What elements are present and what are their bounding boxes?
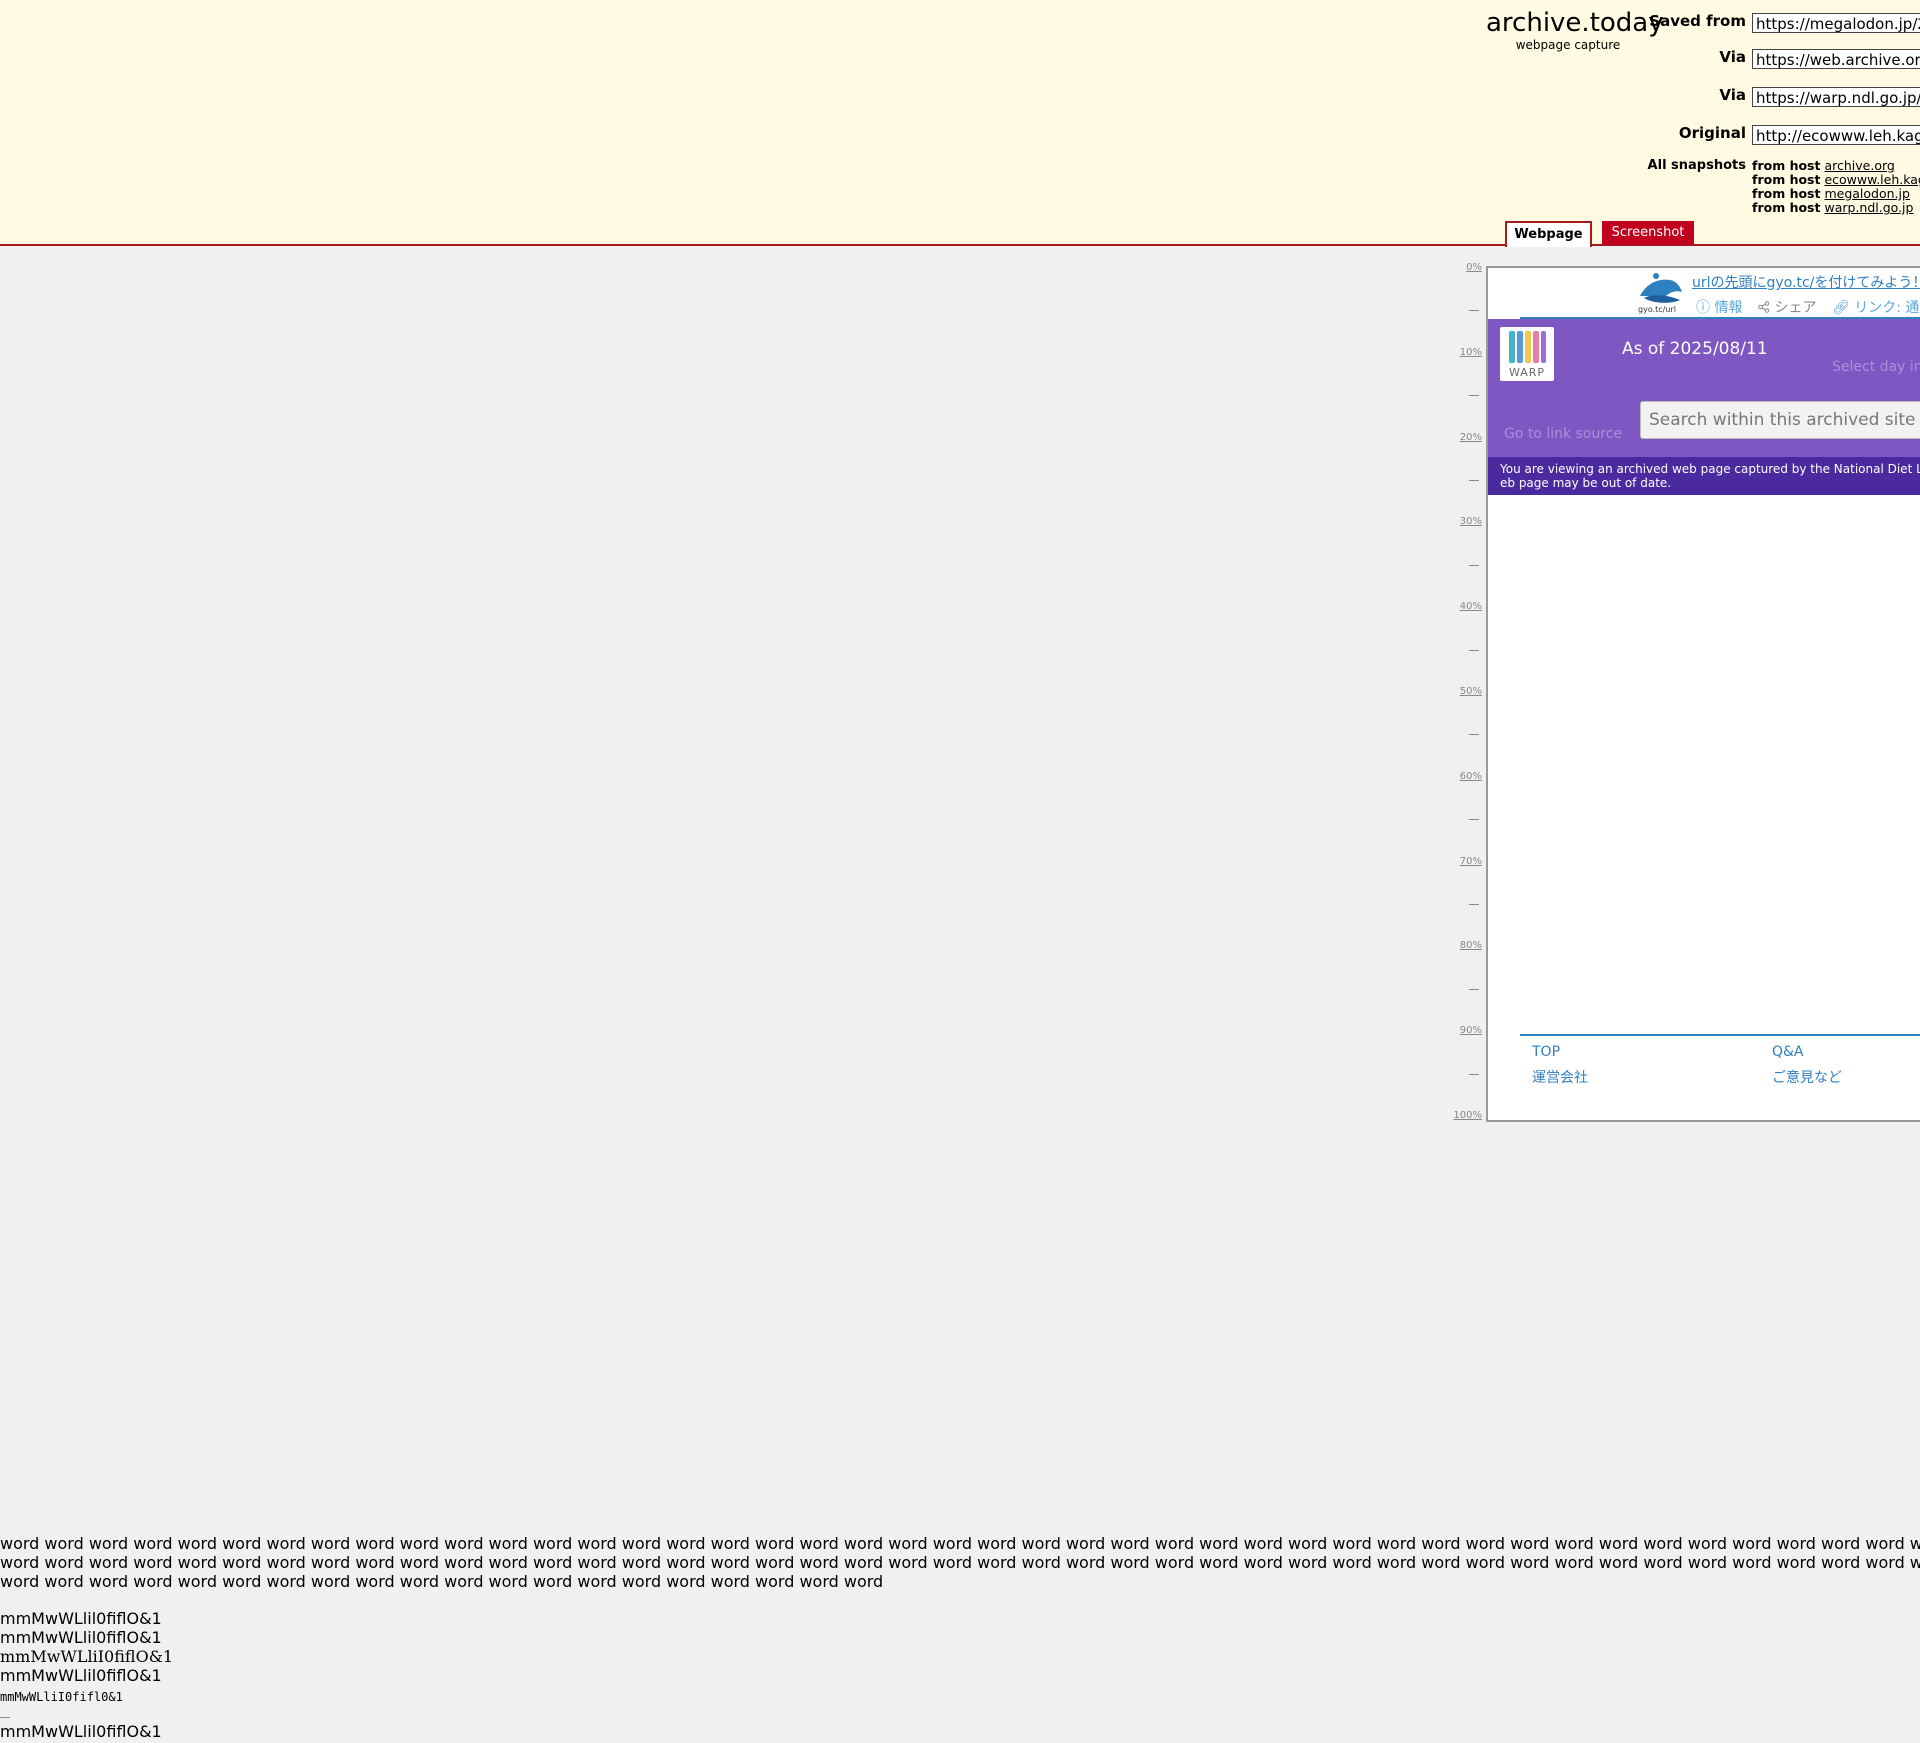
word-line: word word word word word word word word … (0, 1553, 1920, 1572)
archive-notice-text: eb page may be out of date. (1500, 476, 1672, 490)
snapshot-host-link[interactable]: megalodon.jp (1824, 186, 1909, 201)
via-label: Via (1719, 86, 1746, 104)
ruler-tick-mark (1469, 649, 1479, 651)
snapshot-host-link[interactable]: ecowww.leh.kagoshima (1824, 172, 1920, 187)
ruler-tick-mark (1469, 395, 1479, 397)
gyo-link-button[interactable]: 🔗︎ リンク: 通常 (1832, 297, 1920, 317)
ruler-tick-label[interactable]: 50% (1460, 686, 1482, 697)
archive-brand[interactable]: archive.today webpage capture (1486, 8, 1664, 52)
share-icon (1758, 301, 1770, 313)
select-day-link[interactable]: Select day in (1832, 359, 1920, 375)
snapshot-row: from host archive.org (1752, 159, 1895, 173)
snapshot-row: from host warp.ndl.go.jp (1752, 201, 1913, 215)
via-label: Via (1719, 48, 1746, 66)
glyph-sample-sans: mmMwWLlil0fiflO&1 (0, 1628, 162, 1647)
word-line: word word word word word word word word … (0, 1534, 1920, 1553)
glyph-sample-mono: mmMwWLliI0fifl0&1 (0, 1690, 123, 1704)
glyph-sample-sans: mmMwWLlil0fiflO&1 (0, 1722, 162, 1741)
ruler-tick-label[interactable]: 20% (1460, 432, 1482, 443)
gyo-info-button[interactable]: ⓘ 情報 (1696, 297, 1742, 317)
glyph-sample-sans: mmMwWLlil0fiflO&1 (0, 1666, 162, 1685)
warp-logo-icon (1509, 331, 1546, 363)
glyph-divider (0, 1717, 10, 1718)
glyph-sample-serif: mmMwWLliI0fiflO&1 (0, 1647, 174, 1666)
gyo-logo-text: gyo.tc/url (1638, 305, 1676, 314)
gyo-share-label: シェア (1774, 300, 1817, 316)
brand-subtitle: webpage capture (1515, 38, 1621, 52)
ruler-tick-label[interactable]: 100% (1453, 1110, 1482, 1121)
snapshot-prefix: from host (1752, 200, 1821, 215)
archive-notice-bar: You are viewing an archived web page cap… (1488, 457, 1920, 495)
tab-webpage[interactable]: Webpage (1505, 221, 1592, 247)
ruler-tick-label[interactable]: 10% (1460, 347, 1482, 358)
archive-notice-text: You are viewing an archived web page cap… (1500, 462, 1920, 476)
via-url-field[interactable]: https://web.archive.org/web (1752, 49, 1920, 69)
ruler-tick-mark (1469, 904, 1479, 905)
warp-logo-text: WARP (1508, 366, 1546, 379)
ruler-tick-mark (1469, 819, 1479, 821)
snapshot-prefix: from host (1752, 158, 1821, 173)
word-line: word word word word word word word word … (0, 1572, 884, 1591)
ruler-tick-mark (1469, 988, 1479, 990)
footer-link-top[interactable]: TOP (1532, 1044, 1560, 1060)
all-snapshots-label: All snapshots (1647, 158, 1746, 173)
snapshot-host-link[interactable]: archive.org (1824, 158, 1894, 173)
gyo-link-label: リンク: 通常 (1854, 300, 1920, 316)
snapshot-row: from host megalodon.jp (1752, 187, 1910, 201)
ruler-tick-mark (1469, 310, 1479, 312)
ruler-tick-mark (1469, 480, 1479, 481)
brand-title[interactable]: archive.today (1486, 8, 1664, 38)
gyo-promo-link[interactable]: urlの先頭にgyo.tc/を付けてみよう！ (1692, 272, 1920, 292)
ruler-tick-mark (1469, 1073, 1479, 1075)
snapshot-prefix: from host (1752, 172, 1821, 187)
ruler-tick-label[interactable]: 60% (1460, 771, 1482, 782)
font-test-words: word word word word word word word word … (0, 1534, 1920, 1591)
go-to-link-source[interactable]: Go to link source (1504, 426, 1622, 442)
original-label: Original (1678, 124, 1746, 142)
ruler-tick-mark (1469, 734, 1479, 736)
webpage-frame: gyo.tc/url urlの先頭にgyo.tc/を付けてみよう！ ⓘ 情報 シ… (1486, 266, 1920, 1122)
archived-site-search-input[interactable]: Search within this archived site (1640, 401, 1920, 439)
saved-from-url-field[interactable]: https://megalodon.jp/2025 (1752, 13, 1920, 33)
archive-header: archive.today webpage capture Saved from… (0, 0, 1920, 246)
saved-from-label: Saved from (1649, 12, 1746, 30)
snapshot-prefix: from host (1752, 186, 1821, 201)
footer-divider (1520, 1034, 1920, 1036)
footer-link-qa[interactable]: Q&A (1772, 1044, 1804, 1060)
footer-link-feedback[interactable]: ご意見など (1772, 1067, 1842, 1087)
warp-logo[interactable]: WARP (1500, 327, 1554, 381)
snapshot-host-link[interactable]: warp.ndl.go.jp (1824, 200, 1913, 215)
tab-screenshot[interactable]: Screenshot (1602, 221, 1694, 245)
link-icon: 🔗︎ (1832, 300, 1850, 316)
gyo-tc-logo[interactable]: gyo.tc/url (1636, 270, 1684, 314)
glyph-sample-sans: mmMwWLlil0fiflO&1 (0, 1609, 162, 1628)
via-url-field[interactable]: https://warp.ndl.go.jp/web (1752, 87, 1920, 107)
original-url-field[interactable]: http://ecowww.leh.kagoshi (1752, 125, 1920, 145)
warp-banner: WARP As of 2025/08/11 Select day in Go t… (1488, 319, 1920, 457)
ruler-tick-label[interactable]: 90% (1460, 1025, 1482, 1036)
gyo-share-button[interactable]: シェア (1758, 297, 1816, 317)
ruler-tick-label[interactable]: 80% (1460, 940, 1482, 951)
ruler-tick-label[interactable]: 30% (1460, 516, 1482, 527)
ruler-tick-mark (1469, 564, 1479, 566)
archive-date: As of 2025/08/11 (1622, 339, 1768, 359)
ruler-tick-label[interactable]: 70% (1460, 856, 1482, 867)
snapshot-row: from host ecowww.leh.kagoshima (1752, 173, 1920, 187)
ruler-tick-label[interactable]: 40% (1460, 601, 1482, 612)
ruler-tick-label[interactable]: 0% (1466, 262, 1482, 273)
footer-link-company[interactable]: 運営会社 (1532, 1067, 1588, 1087)
